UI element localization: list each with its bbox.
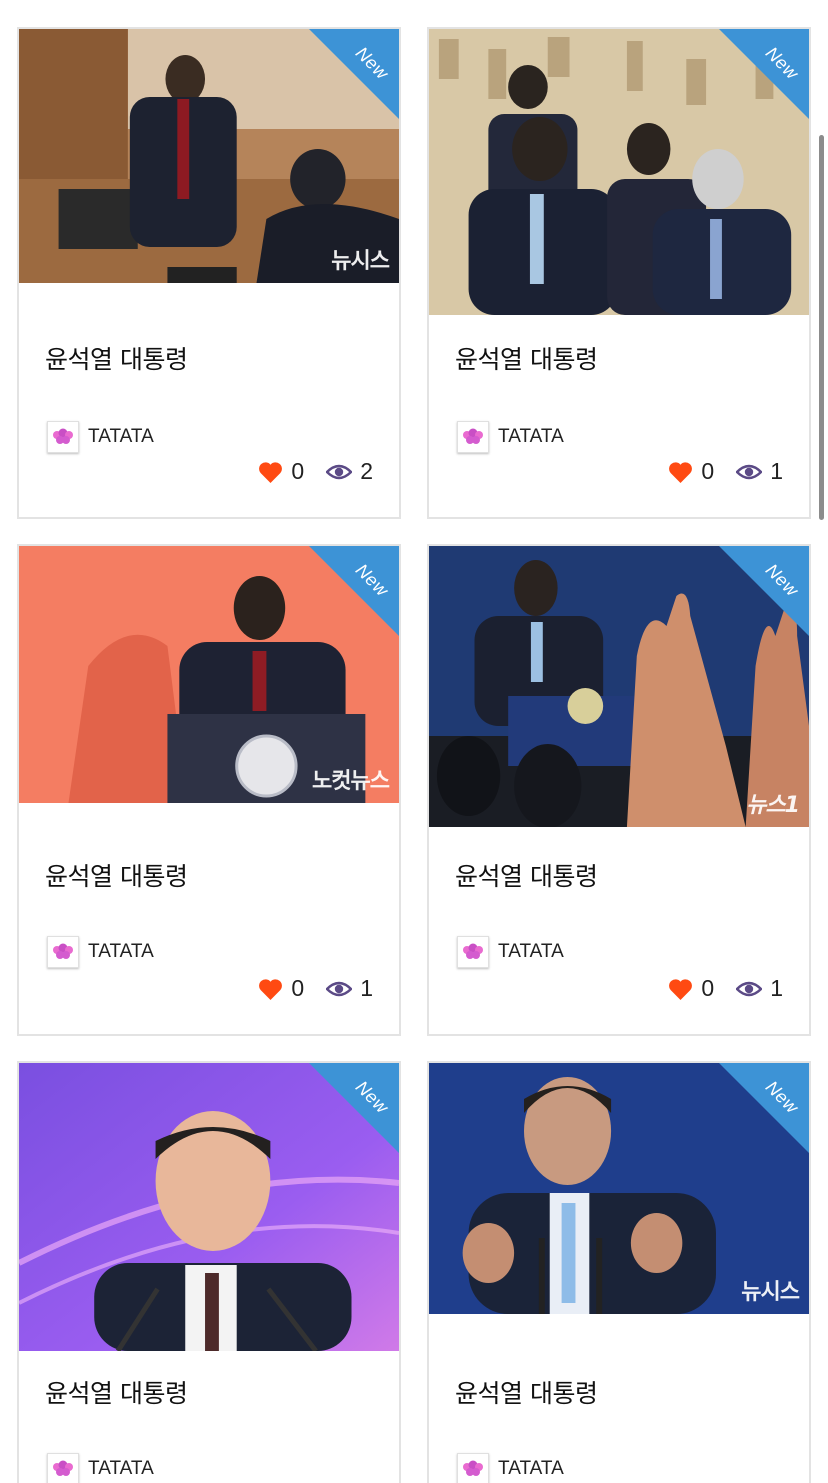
- post-thumbnail[interactable]: New 뉴시스: [429, 1063, 809, 1314]
- post-stats: 0 2: [258, 458, 373, 485]
- views-count: 1: [770, 975, 783, 1001]
- flower-avatar-icon: [47, 936, 79, 968]
- author-name: TATATA: [88, 426, 154, 447]
- post-thumbnail[interactable]: New: [19, 1063, 399, 1351]
- post-title[interactable]: 윤석열 대통령: [45, 1374, 188, 1410]
- likes-count: 0: [701, 975, 715, 1001]
- photo-watermark: 노컷뉴스: [312, 769, 390, 794]
- author-info[interactable]: TATATA: [47, 421, 154, 453]
- heart-icon: [669, 978, 693, 1000]
- likes-count: 0: [291, 458, 305, 484]
- author-name: TATATA: [498, 426, 564, 447]
- flower-avatar-icon: [457, 1453, 489, 1483]
- views-stat: 2: [326, 458, 373, 485]
- post-thumbnail[interactable]: New 노컷뉴스: [19, 546, 399, 803]
- views-stat: 1: [736, 975, 783, 1002]
- post-title[interactable]: 윤석열 대통령: [455, 340, 598, 376]
- author-info[interactable]: TATATA: [457, 1453, 564, 1483]
- likes-stat[interactable]: 0: [668, 975, 714, 1002]
- author-name: TATATA: [88, 941, 154, 962]
- photo-watermark: 뉴시스: [331, 249, 390, 274]
- photo-watermark: 뉴시스: [741, 1280, 800, 1305]
- post-stats: 0 1: [668, 458, 783, 485]
- views-count: 1: [770, 458, 783, 484]
- heart-icon: [259, 461, 283, 483]
- author-name: TATATA: [498, 1458, 564, 1479]
- post-card[interactable]: New 뉴시스 윤석열 대통령 TATATA 0 2: [17, 27, 401, 519]
- post-title[interactable]: 윤석열 대통령: [45, 340, 188, 376]
- views-count: 2: [360, 458, 373, 484]
- post-stats: 0 1: [668, 975, 783, 1002]
- post-title[interactable]: 윤석열 대통령: [45, 857, 188, 893]
- post-title[interactable]: 윤석열 대통령: [455, 1374, 598, 1410]
- flower-avatar-icon: [47, 1453, 79, 1483]
- likes-count: 0: [701, 458, 715, 484]
- eye-icon: [326, 464, 353, 479]
- likes-count: 0: [291, 975, 305, 1001]
- post-card[interactable]: New 뉴시스 윤석열 대통령 TATATA: [427, 1061, 811, 1483]
- author-info[interactable]: TATATA: [47, 936, 154, 968]
- post-thumbnail[interactable]: New: [429, 29, 809, 315]
- likes-stat[interactable]: 0: [258, 458, 304, 485]
- eye-icon: [326, 981, 353, 996]
- photo-watermark: 뉴스1: [746, 793, 800, 818]
- flower-avatar-icon: [457, 936, 489, 968]
- post-stats: 0 1: [258, 975, 373, 1002]
- post-card[interactable]: New 윤석열 대통령 TATATA 0 1: [427, 27, 811, 519]
- likes-stat[interactable]: 0: [258, 975, 304, 1002]
- flower-avatar-icon: [457, 421, 489, 453]
- views-stat: 1: [326, 975, 373, 1002]
- post-title[interactable]: 윤석열 대통령: [455, 857, 598, 893]
- views-count: 1: [360, 975, 373, 1001]
- likes-stat[interactable]: 0: [668, 458, 714, 485]
- author-name: TATATA: [498, 941, 564, 962]
- author-info[interactable]: TATATA: [457, 936, 564, 968]
- post-card[interactable]: New 뉴스1 윤석열 대통령 TATATA 0 1: [427, 544, 811, 1036]
- scrollbar[interactable]: [819, 135, 824, 520]
- author-info[interactable]: TATATA: [457, 421, 564, 453]
- author-info[interactable]: TATATA: [47, 1453, 154, 1483]
- flower-avatar-icon: [47, 421, 79, 453]
- post-thumbnail[interactable]: New 뉴시스: [19, 29, 399, 283]
- heart-icon: [669, 461, 693, 483]
- post-card[interactable]: New 노컷뉴스 윤석열 대통령 TATATA 0 1: [17, 544, 401, 1036]
- eye-icon: [736, 464, 763, 479]
- views-stat: 1: [736, 458, 783, 485]
- eye-icon: [736, 981, 763, 996]
- author-name: TATATA: [88, 1458, 154, 1479]
- heart-icon: [259, 978, 283, 1000]
- post-card[interactable]: New 윤석열 대통령 TATATA: [17, 1061, 401, 1483]
- post-thumbnail[interactable]: New 뉴스1: [429, 546, 809, 827]
